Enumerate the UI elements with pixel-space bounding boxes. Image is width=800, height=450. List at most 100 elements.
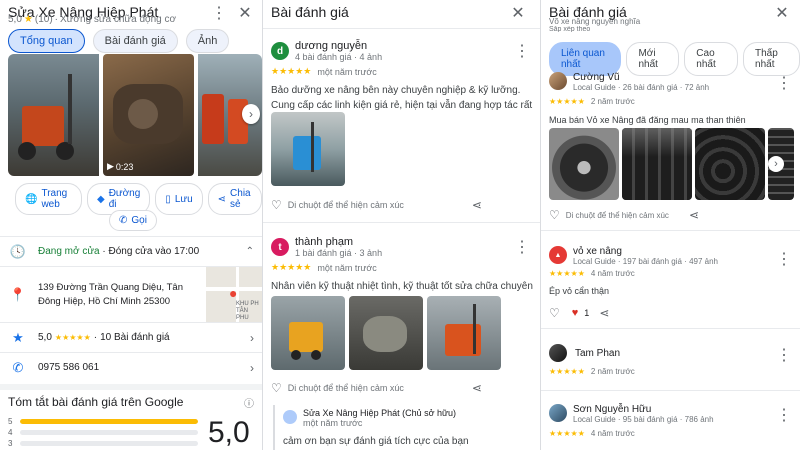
website-button[interactable]: 🌐 Trang web: [15, 183, 82, 215]
big-rating: 5,0: [208, 416, 250, 449]
star-outline-icon: ★: [12, 329, 24, 345]
tire-photo[interactable]: [695, 128, 765, 200]
rating-row[interactable]: ★ 5,0 ★★★★★ · 10 Bài đánh giá ›: [0, 322, 262, 352]
like-icon[interactable]: ♡: [549, 306, 560, 320]
place-category[interactable]: Xưởng sửa chữa động cơ: [60, 14, 176, 25]
next-photo-chevron-icon[interactable]: ›: [768, 156, 784, 172]
close-icon[interactable]: ✕: [509, 4, 527, 22]
chip-newest[interactable]: Mới nhất: [626, 42, 680, 76]
review-more-icon[interactable]: ⋮: [775, 74, 793, 92]
reviewer-meta: Local Guide · 26 bài đánh giá · 72 ảnh: [573, 83, 710, 92]
mini-map[interactable]: ● KHU PH TÂN PHU: [206, 266, 262, 323]
photo-forklift-yard[interactable]: [8, 54, 99, 176]
call-button[interactable]: ✆ Gọi: [109, 210, 157, 231]
share-icon[interactable]: ⋖: [689, 208, 699, 222]
owner-avatar: [283, 410, 297, 424]
owner-name: Sửa Xe Nâng Hiệp Phát (Chủ sở hữu): [303, 408, 457, 418]
avatar[interactable]: t: [271, 238, 289, 256]
reviewer-name[interactable]: Sơn Nguyễn Hữu: [573, 404, 714, 415]
rating-bar-track: [20, 441, 198, 446]
place-overview-panel: Sửa Xe Nâng Hiệp Phát ⋮ ✕ 5,0 ★ (10) · X…: [0, 0, 262, 450]
address-text: 139 Đường Trần Quang Diệu, Tân Đông Hiệp…: [38, 281, 183, 307]
tab-photos[interactable]: Ảnh: [185, 29, 230, 53]
review-more-icon[interactable]: ⋮: [775, 346, 793, 364]
tire-photo[interactable]: ›: [768, 128, 794, 200]
like-icon[interactable]: ♡: [271, 198, 282, 212]
review-photo[interactable]: [271, 296, 345, 370]
five-stars-icon: ★★★★★: [271, 262, 312, 272]
review-text: Ép vỏ cẩn thận: [549, 286, 610, 296]
rating-bar-label: 3: [8, 439, 13, 448]
share-icon: ⋖: [217, 193, 227, 205]
rating-distribution: 5 4 3: [8, 416, 198, 449]
five-stars-icon: ★★★★★: [549, 429, 585, 438]
review-photo[interactable]: [349, 296, 423, 370]
tire-photo[interactable]: [549, 128, 619, 200]
review-more-icon[interactable]: ⋮: [513, 238, 531, 256]
like-icon[interactable]: ♡: [549, 208, 560, 222]
clock-icon: 🕓: [9, 243, 27, 259]
chevron-right-icon[interactable]: ›: [250, 331, 254, 345]
reviewer-name[interactable]: thành phạm: [295, 236, 382, 248]
info-icon[interactable]: ⓘ: [244, 395, 254, 410]
reviewer-meta: 1 bài đánh giá · 3 ảnh: [295, 248, 383, 258]
photo-strip[interactable]: ▶ 0:23 ›: [8, 54, 262, 176]
next-photo-chevron-icon[interactable]: ›: [242, 104, 260, 124]
hours-row[interactable]: 🕓 Đang mở cửa · Đóng cửa vào 17:00 ⌃: [0, 236, 262, 266]
avatar[interactable]: d: [271, 42, 289, 60]
review-more-icon[interactable]: ⋮: [513, 42, 531, 60]
avatar[interactable]: [549, 344, 567, 362]
reviews-panel: Bài đánh giá ✕ d dương nguyễn 4 bài đánh…: [262, 0, 540, 450]
chevron-right-icon[interactable]: ›: [250, 361, 254, 375]
address-row[interactable]: 📍 139 Đường Trần Quang Diệu, Tân Đông Hi…: [0, 266, 262, 323]
tire-photo[interactable]: [622, 128, 692, 200]
review-time: một năm trước: [317, 66, 377, 77]
review-time: 2 năm trước: [590, 97, 635, 106]
review-photo[interactable]: [427, 296, 501, 370]
phone-row[interactable]: ✆ 0975 586 061 ›: [0, 352, 262, 382]
save-button[interactable]: ▯ Lưu: [155, 183, 203, 215]
chip-highest[interactable]: Cao nhất: [684, 42, 739, 76]
video-duration: ▶ 0:23: [107, 161, 134, 172]
review-text: Mua bán Vỏ xe Nâng đã đăng mau ma than t…: [549, 115, 746, 125]
tab-overview[interactable]: Tổng quan: [8, 29, 85, 53]
bookmark-icon: ▯: [165, 193, 171, 205]
avatar[interactable]: ▲: [549, 246, 567, 264]
review-photos: ›: [549, 128, 794, 200]
review-time: 2 năm trước: [590, 367, 635, 376]
place-subtitle: Võ xe nâng nguyễn nghĩa: [549, 17, 641, 26]
reviewer-name[interactable]: dương nguyễn: [295, 40, 382, 52]
share-button[interactable]: ⋖ Chia sẻ: [207, 183, 262, 215]
chip-lowest[interactable]: Thấp nhất: [743, 42, 800, 76]
review-time: một năm trước: [317, 262, 377, 273]
like-count: 1: [584, 308, 590, 318]
review-time: 4 năm trước: [590, 429, 635, 438]
like-icon[interactable]: ♡: [271, 381, 282, 395]
more-options-icon[interactable]: ⋮: [210, 4, 228, 22]
expand-icon[interactable]: ⌃: [246, 246, 254, 257]
share-icon[interactable]: ⋖: [599, 306, 609, 320]
panel-title: Bài đánh giá: [271, 4, 349, 20]
reviewer-name[interactable]: vỏ xe nâng: [573, 246, 718, 257]
review-photo[interactable]: [271, 112, 345, 186]
tab-reviews[interactable]: Bài đánh giá: [92, 29, 178, 53]
avatar[interactable]: [549, 404, 567, 422]
review-photos: [271, 296, 501, 370]
close-icon[interactable]: ✕: [236, 4, 254, 22]
phone-number: 0975 586 061: [38, 362, 100, 373]
review-count-link[interactable]: 10 Bài đánh giá: [100, 332, 170, 343]
close-icon[interactable]: ✕: [773, 4, 791, 22]
share-icon[interactable]: ⋖: [472, 381, 482, 395]
rating-value: 5,0: [8, 14, 22, 25]
share-icon[interactable]: ⋖: [472, 198, 482, 212]
review-more-icon[interactable]: ⋮: [775, 250, 793, 268]
reviewer-name[interactable]: Cường Vũ: [573, 72, 709, 83]
photo-forklift-row[interactable]: ›: [198, 54, 262, 176]
open-status: Đang mở cửa: [38, 246, 100, 257]
rating-bar-row: 3: [8, 438, 198, 449]
review-more-icon[interactable]: ⋮: [775, 406, 793, 424]
reviewer-name[interactable]: Tam Phan: [575, 348, 620, 359]
avatar[interactable]: [549, 72, 567, 90]
chip-most-relevant[interactable]: Liên quan nhất: [549, 42, 622, 76]
photo-video-thumbnail[interactable]: ▶ 0:23: [103, 54, 194, 176]
